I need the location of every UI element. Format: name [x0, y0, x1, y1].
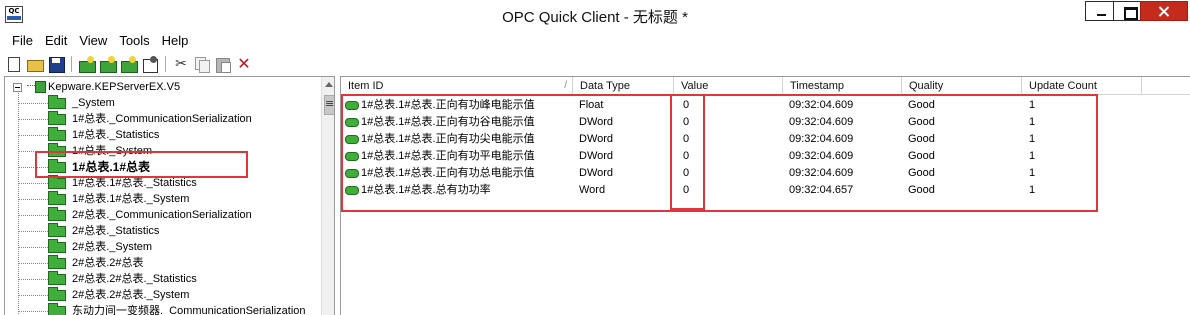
column-header-item-id[interactable]: Item ID /	[341, 77, 573, 95]
tree-item[interactable]: 2#总表.2#总表._Statistics	[5, 271, 321, 287]
tree-item-label: 1#总表._CommunicationSerialization	[72, 113, 252, 125]
column-header-label: Item ID	[348, 80, 384, 92]
tree-item-label: 东动力间一变频器._CommunicationSerialization	[72, 305, 306, 315]
tree-root-label: Kepware.KEPServerEX.V5	[48, 81, 181, 93]
new-item-icon[interactable]	[120, 55, 138, 73]
save-icon[interactable]	[47, 55, 65, 73]
new-server-connection-icon[interactable]	[78, 55, 96, 73]
column-header-quality[interactable]: Quality	[902, 77, 1022, 95]
group-folder-icon	[48, 175, 66, 189]
delete-icon[interactable]: ✕	[235, 55, 253, 73]
tree-item[interactable]: 2#总表._CommunicationSerialization	[5, 207, 321, 223]
tree-item[interactable]: 2#总表.2#总表	[5, 255, 321, 271]
toolbar: ✂ ✕	[0, 53, 1190, 75]
menu-file[interactable]: File	[6, 32, 39, 52]
column-header-data-type[interactable]: Data Type	[573, 77, 674, 95]
group-folder-icon	[48, 255, 66, 269]
group-folder-icon	[48, 191, 66, 205]
server-connection-icon	[27, 81, 46, 93]
tree-item[interactable]: 1#总表._Statistics	[5, 127, 321, 143]
menu-tools[interactable]: Tools	[113, 32, 155, 52]
server-tree-pane[interactable]: Kepware.KEPServerEX.V5 _System 1#总表._Com…	[4, 76, 335, 315]
scrollbar-thumb[interactable]	[324, 95, 334, 115]
group-folder-icon	[48, 223, 66, 237]
tree-item[interactable]: 东动力间一变频器._CommunicationSerialization	[5, 303, 321, 315]
copy-icon[interactable]	[193, 55, 211, 73]
column-header-timestamp[interactable]: Timestamp	[783, 77, 902, 95]
menu-help[interactable]: Help	[156, 32, 195, 52]
menu-bar: File Edit View Tools Help	[0, 32, 1190, 52]
tree-item-label: 2#总表._System	[72, 241, 153, 253]
tree-item[interactable]: _System	[5, 95, 321, 111]
group-folder-icon	[48, 111, 66, 125]
properties-icon[interactable]	[141, 55, 159, 73]
toolbar-separator	[71, 56, 72, 72]
tree-vertical-scrollbar[interactable]	[321, 77, 334, 315]
group-folder-icon	[48, 95, 66, 109]
group-folder-icon	[48, 303, 66, 315]
tree-item-label: _System	[72, 97, 115, 109]
selected-group-highlight-box	[35, 151, 248, 178]
tree-root-server[interactable]: Kepware.KEPServerEX.V5	[5, 79, 321, 95]
tree-item[interactable]: 1#总表._CommunicationSerialization	[5, 111, 321, 127]
tree-item[interactable]: 2#总表._Statistics	[5, 223, 321, 239]
group-folder-icon	[48, 287, 66, 301]
column-header-value[interactable]: Value	[674, 77, 783, 95]
close-button[interactable]	[1140, 1, 1188, 21]
paste-icon[interactable]	[214, 55, 232, 73]
group-folder-icon	[48, 239, 66, 253]
new-group-icon[interactable]	[99, 55, 117, 73]
title-bar: QC OPC Quick Client - 无标题 *	[0, 0, 1190, 30]
scroll-up-arrow-icon[interactable]	[322, 77, 334, 93]
tree-item-label: 2#总表._Statistics	[72, 225, 160, 237]
open-folder-icon[interactable]	[26, 55, 44, 73]
group-folder-icon	[48, 271, 66, 285]
items-highlight-box	[341, 94, 1098, 212]
cut-icon[interactable]: ✂	[172, 55, 190, 73]
list-header: Item ID / Data Type Value Timestamp Qual…	[341, 77, 1190, 95]
tree-item-label: 1#总表.1#总表._System	[72, 193, 190, 205]
value-column-highlight-box	[670, 94, 705, 210]
tree-item-label: 1#总表._Statistics	[72, 129, 160, 141]
tree-item-label: 2#总表.2#总表	[72, 257, 144, 269]
tree-item[interactable]: 2#总表._System	[5, 239, 321, 255]
menu-view[interactable]: View	[73, 32, 113, 52]
new-file-icon[interactable]	[8, 56, 20, 72]
group-folder-icon	[48, 127, 66, 141]
group-folder-icon	[48, 207, 66, 221]
menu-edit[interactable]: Edit	[39, 32, 73, 52]
tree-item[interactable]: 2#总表.2#总表._System	[5, 287, 321, 303]
window-title: OPC Quick Client - 无标题 *	[502, 9, 688, 26]
sort-arrow-icon: /	[564, 80, 567, 91]
toolbar-separator	[165, 56, 166, 72]
tree-item-label: 2#总表._CommunicationSerialization	[72, 209, 252, 221]
tree-item[interactable]: 1#总表.1#总表._System	[5, 191, 321, 207]
column-header-update-count[interactable]: Update Count	[1022, 77, 1142, 95]
tree-item-label: 2#总表.2#总表._System	[72, 289, 190, 301]
collapse-toggle-icon[interactable]	[13, 83, 22, 92]
tree-item-label: 2#总表.2#总表._Statistics	[72, 273, 197, 285]
